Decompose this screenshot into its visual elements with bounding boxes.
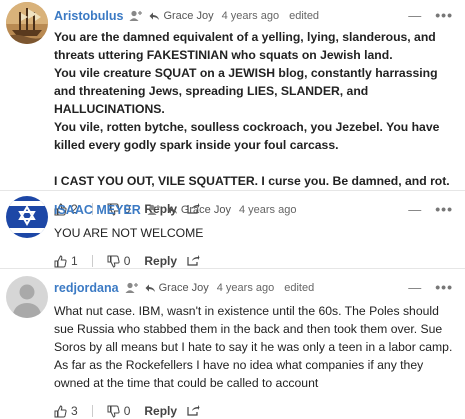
more-options-button[interactable]: ••• (435, 201, 453, 217)
author-name[interactable]: Aristobulus (54, 9, 123, 23)
reply-button[interactable]: Reply (144, 404, 177, 418)
reply-to[interactable]: Grace Joy (145, 282, 209, 294)
reply-to[interactable]: Grace Joy (167, 204, 231, 216)
upvote-button[interactable]: 3 (54, 404, 78, 418)
reply-to-name: Grace Joy (180, 204, 231, 216)
comment-header: ISAAC MEYER Grace Joy 4 years ago (54, 200, 457, 220)
thumbs-down-icon (107, 255, 120, 268)
comment-3: redjordana Grace Joy 4 years ago edited … (0, 270, 465, 419)
comment-paragraph: YOU ARE NOT WELCOME (54, 226, 204, 240)
ship-painting-avatar-icon (6, 2, 48, 44)
timestamp[interactable]: 4 years ago (217, 282, 274, 294)
israel-flag-avatar-icon (6, 196, 48, 238)
reply-to-name: Grace Joy (158, 282, 209, 294)
comment-text: What nut case. IBM, wasn't in existence … (54, 302, 457, 392)
comment-1: Aristobulus Grace Joy 4 years ago edited… (0, 0, 465, 216)
comment-body: redjordana Grace Joy 4 years ago edited … (54, 278, 457, 419)
share-icon[interactable] (187, 254, 200, 269)
comment-paragraph: You vile, rotten bytche, soulless cockro… (54, 120, 440, 152)
avatar[interactable] (6, 276, 48, 318)
comment-body: Aristobulus Grace Joy 4 years ago edited… (54, 6, 457, 218)
comment-menu: — ••• (408, 7, 453, 23)
comment-paragraph: What nut case. IBM, wasn't in existence … (54, 304, 453, 390)
timestamp[interactable]: 4 years ago (239, 204, 296, 216)
author-name[interactable]: redjordana (54, 281, 119, 295)
thumbs-up-icon (54, 404, 67, 417)
reply-arrow-icon (167, 206, 177, 214)
comment-actions: 3 0 Reply (54, 402, 457, 419)
author-name[interactable]: ISAAC MEYER (54, 203, 141, 217)
vote-separator (91, 255, 93, 267)
more-options-button[interactable]: ••• (435, 7, 453, 23)
comment-body: ISAAC MEYER Grace Joy 4 years ago — ••• … (54, 200, 457, 270)
comment-divider (0, 190, 465, 191)
comment-2: ISAAC MEYER Grace Joy 4 years ago — ••• … (0, 192, 465, 268)
comment-text: You are the damned equivalent of a yelli… (54, 28, 457, 190)
collapse-button[interactable]: — (408, 8, 421, 23)
upvote-count: 1 (71, 254, 78, 268)
reply-arrow-icon (149, 12, 160, 20)
reply-to[interactable]: Grace Joy (149, 10, 214, 22)
reply-to-name: Grace Joy (163, 10, 214, 22)
thumbs-down-icon (107, 405, 120, 418)
edited-label: edited (284, 282, 315, 294)
comment-paragraph: You are the damned equivalent of a yelli… (54, 30, 436, 62)
follow-user-icon[interactable] (147, 204, 161, 216)
downvote-count: 0 (123, 404, 131, 418)
comment-paragraph: I CAST YOU OUT, VILE SQUATTER. I curse y… (54, 174, 450, 188)
comment-paragraph: You vile creature SQUAT on a JEWISH blog… (54, 66, 438, 116)
share-icon[interactable] (187, 404, 200, 419)
reply-arrow-icon (145, 284, 155, 292)
downvote-button[interactable]: 0 (107, 254, 131, 268)
default-user-avatar-icon (6, 276, 48, 318)
collapse-button[interactable]: — (408, 280, 421, 295)
comment-header: Aristobulus Grace Joy 4 years ago edited (54, 6, 457, 26)
avatar[interactable] (6, 2, 48, 44)
downvote-button[interactable]: 0 (107, 404, 131, 418)
comment-text: YOU ARE NOT WELCOME (54, 224, 457, 242)
comment-header: redjordana Grace Joy 4 years ago edited (54, 278, 457, 298)
edited-label: edited (289, 10, 320, 22)
collapse-button[interactable]: — (408, 202, 421, 217)
reply-button[interactable]: Reply (144, 254, 177, 268)
avatar[interactable] (6, 196, 48, 238)
vote-separator (91, 405, 93, 417)
comment-menu: — ••• (408, 279, 453, 295)
comment-divider (0, 268, 465, 269)
follow-user-icon[interactable] (129, 10, 143, 22)
upvote-count: 3 (71, 404, 78, 418)
downvote-count: 0 (123, 254, 131, 268)
thumbs-up-icon (54, 254, 67, 267)
timestamp[interactable]: 4 years ago (222, 10, 279, 22)
more-options-button[interactable]: ••• (435, 279, 453, 295)
follow-user-icon[interactable] (125, 282, 139, 294)
comment-menu: — ••• (408, 201, 453, 217)
upvote-button[interactable]: 1 (54, 254, 78, 268)
